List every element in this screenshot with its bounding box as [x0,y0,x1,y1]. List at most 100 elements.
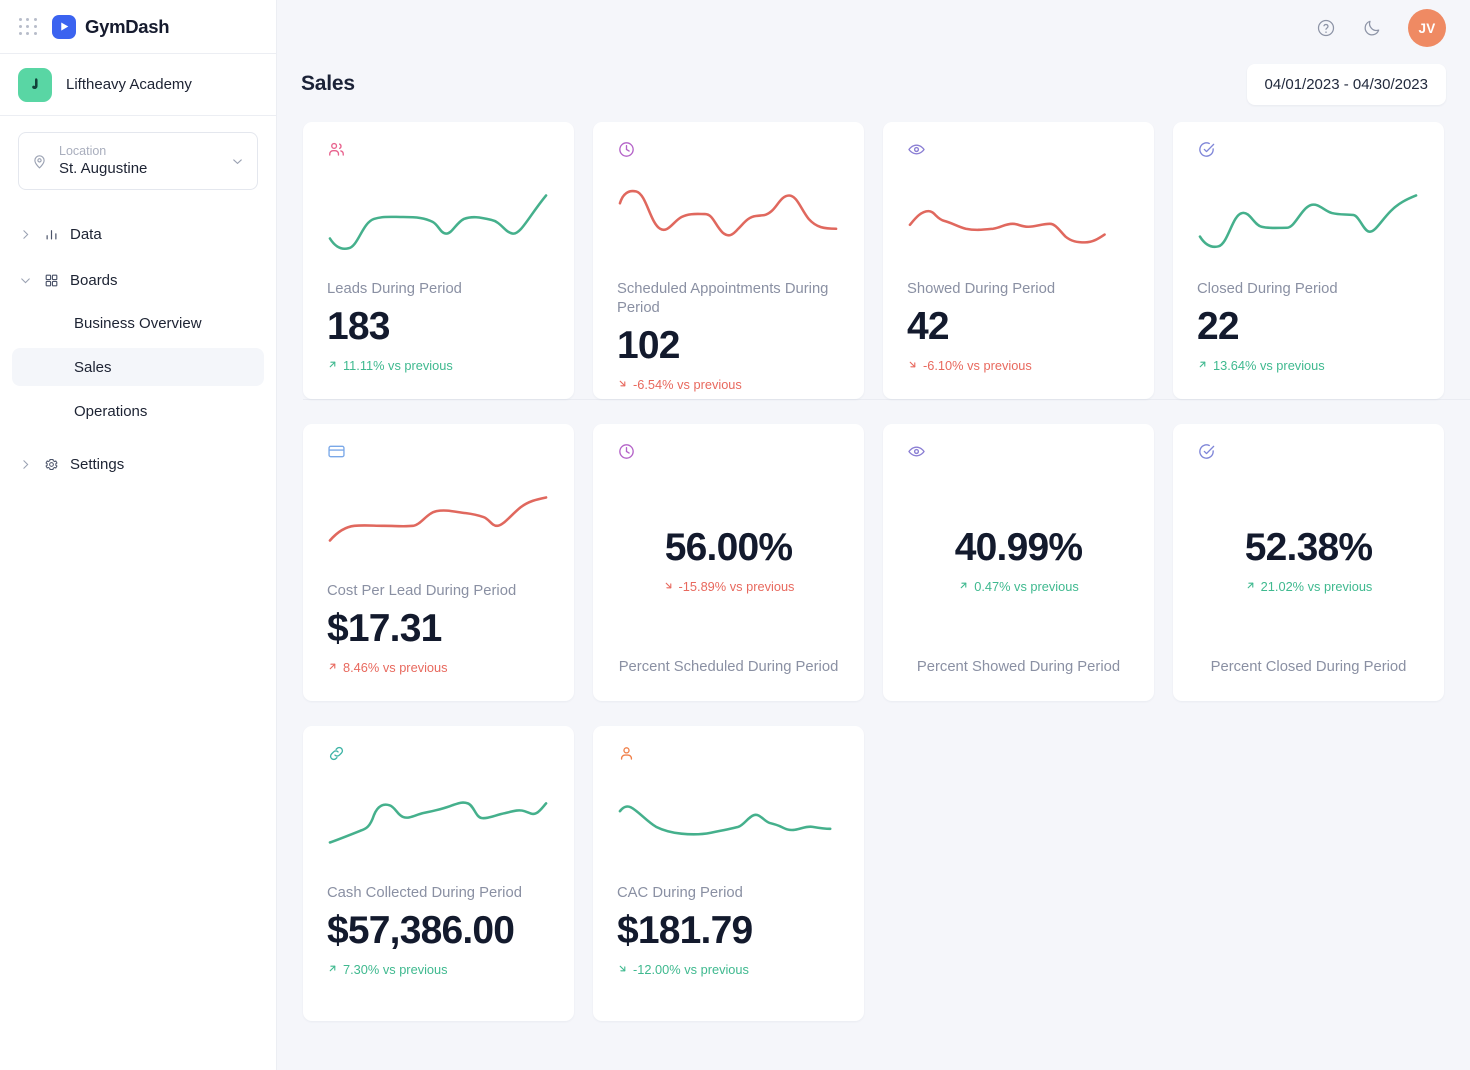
page-title: Sales [301,72,355,95]
app-root: GymDash Liftheavy Academy Location St. A… [0,0,1470,1070]
kpi-grid: Leads During Period 183 11.11% vs previo… [277,112,1470,1021]
moon-icon[interactable] [1362,18,1382,38]
sparkline [907,170,1130,262]
chevron-down-icon [18,274,32,287]
arrow-up-right-icon [327,660,338,675]
kpi-delta-text: 8.46% vs previous [343,659,448,675]
kpi-delta: 7.30% vs previous [327,962,550,977]
kpi-label: Scheduled Appointments During Period [617,281,829,316]
kpi-delta-text: 11.11% vs previous [343,357,453,373]
date-range-picker[interactable]: 04/01/2023 - 04/30/2023 [1246,63,1446,105]
kpi-card-scheduled-appointments-during-period[interactable]: Scheduled Appointments During Period 102… [593,122,864,399]
kpi-delta: 21.02% vs previous [1245,579,1372,594]
person-icon [617,744,840,770]
chevron-right-icon [18,458,32,471]
kpi-value: 102 [617,323,680,367]
kpi-label: Leads During Period [327,281,462,297]
kpi-value: 22 [1197,304,1240,348]
kpi-delta-text: -6.10% vs previous [923,357,1032,373]
sidebar-item-data[interactable]: Data [12,216,264,252]
arrow-down-right-icon [617,962,628,977]
sidebar-nav: Data Boards Business Overview Sales Oper… [0,216,276,482]
kpi-delta-text: -6.54% vs previous [633,376,742,392]
arrow-down-right-icon [907,358,918,373]
sidebar-item-operations[interactable]: Operations [12,392,264,430]
arrow-up-right-icon [1197,358,1208,373]
arrow-down-right-icon [663,579,674,594]
kpi-delta-text: -15.89% vs previous [678,578,795,594]
organization-row[interactable]: Liftheavy Academy [0,54,276,116]
kpi-delta: -15.89% vs previous [663,578,795,594]
arrow-up-right-icon [327,358,338,373]
sidebar-item-label: Data [70,225,102,243]
dumbbell-icon [18,67,52,102]
kpi-card-closed-during-period[interactable]: Closed During Period 22 13.64% vs previo… [1173,122,1444,399]
kpi-label: Showed During Period [907,281,1056,297]
kpi-label: Percent Showed During Period [916,659,1121,675]
sidebar-item-settings[interactable]: Settings [12,446,264,482]
kpi-value: 52.38% [1244,526,1373,570]
sparkline [327,774,550,866]
kpi-card-cash-collected-during-period[interactable]: Cash Collected During Period $57,386.00 … [303,726,574,1021]
kpi-delta-text: 7.30% vs previous [343,961,448,977]
kpi-delta: 11.11% vs previous [327,358,550,373]
location-value: St. Augustine [59,159,148,177]
chevron-right-icon [18,228,32,241]
kpi-delta-text: -12.00% vs previous [633,961,749,977]
kpi-row-2: Cost Per Lead During Period $17.31 8.46%… [303,424,1446,701]
kpi-value: 40.99% [954,526,1083,570]
bar-chart-icon [42,227,60,242]
kpi-delta: 8.46% vs previous [327,660,550,675]
topbar: JV [277,0,1470,56]
sparkline [617,170,840,262]
sidebar-header: GymDash [0,0,276,54]
sparkline [327,472,550,564]
sparkline [327,170,550,262]
avatar[interactable]: JV [1408,9,1446,47]
arrow-up-right-icon [958,579,969,594]
kpi-value: $17.31 [327,606,442,650]
kpi-card-cac-during-period[interactable]: CAC During Period $181.79 -12.00% vs pre… [593,726,864,1021]
location-label: Location [59,144,107,159]
kpi-label: Cash Collected During Period [327,885,522,901]
kpi-row-1: Leads During Period 183 11.11% vs previo… [303,122,1470,400]
kpi-label: Cost Per Lead During Period [327,583,517,599]
row-divider [303,399,1470,400]
sidebar-item-label: Settings [70,455,125,473]
sidebar-item-business-overview[interactable]: Business Overview [12,304,264,342]
sidebar-item-sales[interactable]: Sales [12,348,264,386]
kpi-card-leads-during-period[interactable]: Leads During Period 183 11.11% vs previo… [303,122,574,399]
kpi-label: CAC During Period [617,885,743,901]
grid-apps-icon[interactable] [18,17,38,37]
grid-squares-icon [42,273,60,288]
kpi-delta: -6.10% vs previous [907,358,1130,373]
users-icon [327,140,550,166]
sidebar-subitem-label: Business Overview [74,314,202,332]
kpi-card-percent-showed-during-period[interactable]: 40.99% 0.47% vs previous Percent Showed … [883,424,1154,701]
main-content: JV Sales 04/01/2023 - 04/30/2023 Leads D… [277,0,1470,1070]
page-header: Sales 04/01/2023 - 04/30/2023 [277,56,1470,112]
kpi-row-3: Cash Collected During Period $57,386.00 … [303,726,1446,1021]
kpi-delta: 13.64% vs previous [1197,358,1420,373]
eye-icon [907,140,1130,166]
location-selector[interactable]: Location St. Augustine [18,132,258,190]
kpi-delta: -6.54% vs previous [617,377,840,392]
kpi-value: 42 [907,304,950,348]
arrow-down-right-icon [617,377,628,392]
arrow-up-right-icon [327,962,338,977]
kpi-card-showed-during-period[interactable]: Showed During Period 42 -6.10% vs previo… [883,122,1154,399]
credit-card-icon [327,442,550,468]
gear-icon [42,457,60,472]
brand[interactable]: GymDash [52,14,170,39]
sidebar-item-boards[interactable]: Boards [12,262,264,298]
kpi-label: Closed During Period [1197,281,1338,297]
question-circle-icon[interactable] [1316,18,1336,38]
play-logo-icon [52,14,76,39]
kpi-card-cost-per-lead-during-period[interactable]: Cost Per Lead During Period $17.31 8.46%… [303,424,574,701]
chevron-down-icon[interactable] [230,154,245,169]
kpi-card-percent-closed-during-period[interactable]: 52.38% 21.02% vs previous Percent Closed… [1173,424,1444,701]
kpi-delta-text: 0.47% vs previous [974,578,1079,594]
sidebar-subitem-label: Sales [74,358,112,376]
kpi-card-percent-scheduled-during-period[interactable]: 56.00% -15.89% vs previous Percent Sched… [593,424,864,701]
check-circle-icon [1197,140,1420,166]
